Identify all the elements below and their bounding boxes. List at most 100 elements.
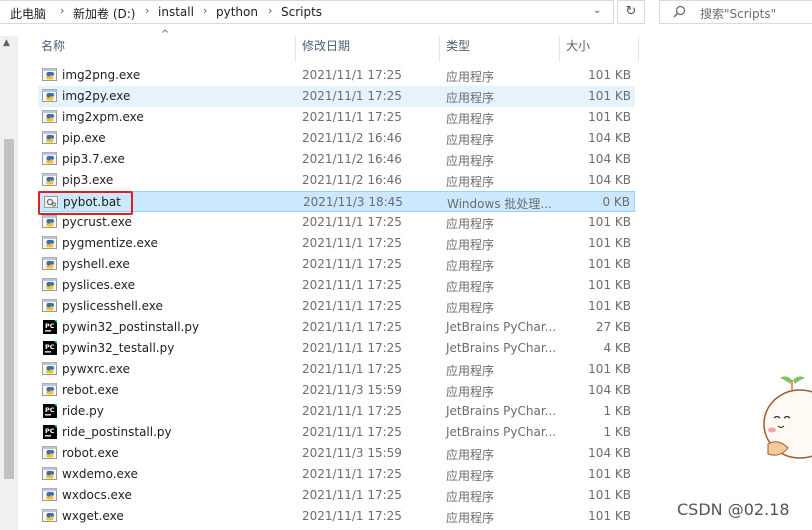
column-header-name[interactable]: 名称 [41,37,65,59]
file-row[interactable]: PC ride_postinstall.py 2021/11/1 17:25 JetB… [38,422,635,443]
file-name: pygmentize.exe [62,236,158,250]
file-size: 104 KB [588,152,631,166]
file-row[interactable]: wxdocs.exe 2021/11/1 17:25 应用程序 101 KB [38,485,635,506]
file-date: 2021/11/1 17:25 [302,404,402,418]
file-size: 104 KB [588,173,631,187]
file-row[interactable]: pip.exe 2021/11/2 16:46 应用程序 104 KB [38,128,635,149]
file-row[interactable]: pip3.7.exe 2021/11/2 16:46 应用程序 104 KB [38,149,635,170]
file-date: 2021/11/1 17:25 [302,215,402,229]
file-date: 2021/11/1 17:25 [302,110,402,124]
breadcrumb-separator-icon[interactable]: › [268,4,272,17]
file-type: 应用程序 [446,112,495,126]
file-date: 2021/11/1 17:25 [302,467,402,481]
python-exe-icon [42,172,58,188]
file-type: 应用程序 [446,217,495,231]
file-size: 101 KB [588,89,631,103]
breadcrumb-drive[interactable]: 新加卷 (D:) [73,5,135,22]
file-row[interactable]: PC ride.py 2021/11/1 17:25 JetBrains PyChar… [38,401,635,422]
breadcrumb-separator-icon[interactable]: › [60,4,64,17]
file-row[interactable]: pycrust.exe 2021/11/1 17:25 应用程序 101 KB [38,212,635,233]
file-row[interactable]: img2png.exe 2021/11/1 17:25 应用程序 101 KB [38,65,635,86]
python-exe-icon [42,88,58,104]
file-type: 应用程序 [446,91,495,105]
file-size: 101 KB [588,110,631,124]
file-date: 2021/11/1 17:25 [302,68,402,82]
search-icon [673,5,686,18]
file-row[interactable]: pyslicesshell.exe 2021/11/1 17:25 应用程序 101 … [38,296,635,317]
scroll-up-arrow-icon[interactable]: ▲ [3,38,10,48]
breadcrumb-python[interactable]: python [216,5,258,19]
file-type: 应用程序 [446,259,495,273]
file-row[interactable]: robot.exe 2021/11/3 15:59 应用程序 104 KB [38,443,635,464]
file-date: 2021/11/1 17:25 [302,425,402,439]
file-row[interactable]: pyshell.exe 2021/11/1 17:25 应用程序 101 KB [38,254,635,275]
file-size: 101 KB [588,278,631,292]
column-header-size[interactable]: 大小 [566,37,590,59]
file-type: 应用程序 [446,70,495,84]
python-exe-icon [42,130,58,146]
column-divider[interactable] [638,36,639,62]
file-date: 2021/11/3 15:59 [302,383,402,397]
cartoon-sticker-icon [763,376,812,459]
highlight-box [38,191,133,215]
column-header-date[interactable]: 修改日期 [302,37,350,59]
file-name: ride.py [62,404,104,418]
column-divider[interactable] [559,36,560,62]
file-name: wxget.exe [62,509,124,523]
scrollbar-thumb[interactable] [4,139,14,479]
breadcrumb-scripts[interactable]: Scripts [281,5,322,19]
file-date: 2021/11/1 17:25 [302,362,402,376]
pycharm-file-icon: PC [42,340,58,356]
column-header-type[interactable]: 类型 [446,37,470,59]
svg-text:PC: PC [45,427,55,435]
file-date: 2021/11/1 17:25 [302,299,402,313]
file-name: pyslicesshell.exe [62,299,163,313]
file-type: 应用程序 [446,448,495,462]
file-name: pip3.exe [62,173,114,187]
address-bar[interactable]: 此电脑 › 新加卷 (D:) › install › python › Scri… [0,0,614,24]
python-exe-icon [42,466,58,482]
file-row[interactable]: wxdemo.exe 2021/11/1 17:25 应用程序 101 KB [38,464,635,485]
file-row[interactable]: rebot.exe 2021/11/3 15:59 应用程序 104 KB [38,380,635,401]
python-exe-icon [42,298,58,314]
file-date: 2021/11/1 17:25 [302,320,402,334]
file-size: 101 KB [588,236,631,250]
file-size: 1 KB [603,404,631,418]
column-divider[interactable] [439,36,440,62]
file-row[interactable]: PC pywin32_postinstall.py 2021/11/1 17:25 J… [38,317,635,338]
file-type: 应用程序 [446,364,495,378]
breadcrumb-separator-icon[interactable]: › [203,4,207,17]
file-row[interactable]: pygmentize.exe 2021/11/1 17:25 应用程序 101 KB [38,233,635,254]
file-type: 应用程序 [446,154,495,168]
file-size: 101 KB [588,488,631,502]
file-type: 应用程序 [446,175,495,189]
file-name: pywin32_testall.py [62,341,175,355]
sort-ascending-icon: ^ [161,29,170,40]
breadcrumb-this-pc[interactable]: 此电脑 [10,5,46,22]
file-row[interactable]: img2py.exe 2021/11/1 17:25 应用程序 101 KB [38,86,635,107]
file-type: 应用程序 [446,385,495,399]
file-row[interactable]: wxget.exe 2021/11/1 17:25 应用程序 101 KB [38,506,635,527]
python-exe-icon [42,508,58,524]
refresh-button[interactable]: ↻ [617,0,645,24]
file-name: pycrust.exe [62,215,132,229]
search-box[interactable]: 搜索"Scripts" [659,0,812,24]
address-history-dropdown-icon[interactable]: ⌄ [593,5,601,16]
file-type: JetBrains PyChar... [446,320,557,334]
vertical-scrollbar[interactable]: ▲ [0,36,18,530]
file-row[interactable]: pywxrc.exe 2021/11/1 17:25 应用程序 101 KB [38,359,635,380]
file-row[interactable]: PC pywin32_testall.py 2021/11/1 17:25 JetBr… [38,338,635,359]
breadcrumb-separator-icon[interactable]: › [145,4,149,17]
breadcrumb-install[interactable]: install [158,5,194,19]
file-row[interactable]: pyslices.exe 2021/11/1 17:25 应用程序 101 KB [38,275,635,296]
file-type: JetBrains PyChar... [446,404,557,418]
file-name: img2py.exe [62,89,131,103]
python-exe-icon [42,235,58,251]
file-row[interactable]: img2xpm.exe 2021/11/1 17:25 应用程序 101 KB [38,107,635,128]
column-divider[interactable] [295,36,296,62]
file-size: 101 KB [588,509,631,523]
file-row[interactable]: pip3.exe 2021/11/2 16:46 应用程序 104 KB [38,170,635,191]
file-size: 101 KB [588,467,631,481]
python-exe-icon [42,67,58,83]
file-type: JetBrains PyChar... [446,425,557,439]
